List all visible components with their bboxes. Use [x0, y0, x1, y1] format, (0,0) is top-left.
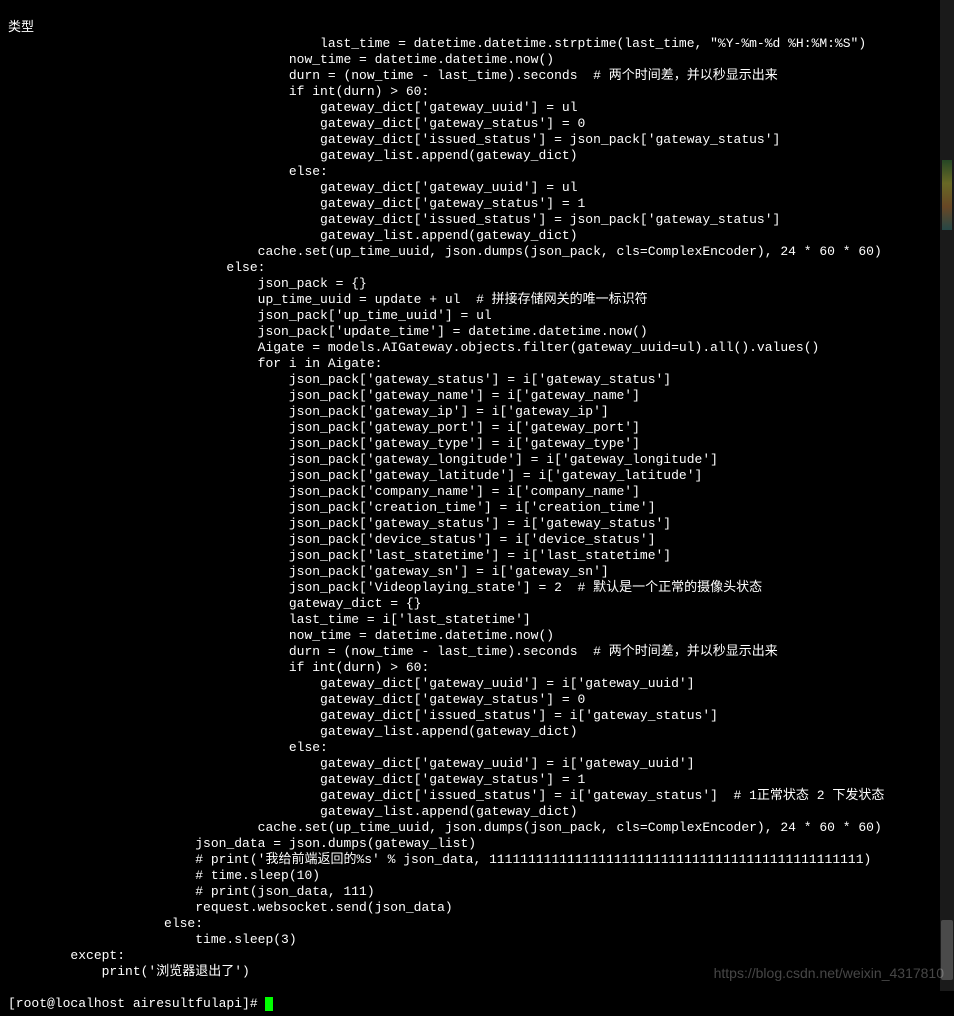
code-line: gateway_dict['gateway_status'] = 1	[8, 772, 946, 788]
code-line: gateway_dict['issued_status'] = i['gatew…	[8, 788, 946, 804]
code-line: json_pack['update_time'] = datetime.date…	[8, 324, 946, 340]
code-line: # time.sleep(10)	[8, 868, 946, 884]
code-line: json_pack['gateway_type'] = i['gateway_t…	[8, 436, 946, 452]
code-line: durn = (now_time - last_time).seconds # …	[8, 644, 946, 660]
code-line: gateway_dict['gateway_uuid'] = ul	[8, 180, 946, 196]
code-line: json_data = json.dumps(gateway_list)	[8, 836, 946, 852]
code-line: gateway_dict['issued_status'] = json_pac…	[8, 212, 946, 228]
code-line: else:	[8, 916, 946, 932]
code-line: except:	[8, 948, 946, 964]
code-line: json_pack['up_time_uuid'] = ul	[8, 308, 946, 324]
code-line: json_pack['gateway_latitude'] = i['gatew…	[8, 468, 946, 484]
code-line: time.sleep(3)	[8, 932, 946, 948]
code-line: gateway_dict['gateway_uuid'] = i['gatewa…	[8, 676, 946, 692]
code-line: json_pack['gateway_longitude'] = i['gate…	[8, 452, 946, 468]
code-line: cache.set(up_time_uuid, json.dumps(json_…	[8, 244, 946, 260]
code-line: gateway_dict['gateway_uuid'] = ul	[8, 100, 946, 116]
code-line: json_pack['gateway_name'] = i['gateway_n…	[8, 388, 946, 404]
code-line: json_pack['last_statetime'] = i['last_st…	[8, 548, 946, 564]
code-line: gateway_dict['gateway_uuid'] = i['gatewa…	[8, 756, 946, 772]
code-line: cache.set(up_time_uuid, json.dumps(json_…	[8, 820, 946, 836]
code-line: gateway_dict['gateway_status'] = 0	[8, 692, 946, 708]
code-block: last_time = datetime.datetime.strptime(l…	[8, 36, 946, 980]
code-line: # print(json_data, 111)	[8, 884, 946, 900]
terminal-cursor[interactable]	[265, 997, 273, 1011]
scrollbar-minimap	[942, 160, 952, 230]
code-line: now_time = datetime.datetime.now()	[8, 628, 946, 644]
code-line: json_pack['company_name'] = i['company_n…	[8, 484, 946, 500]
code-line: gateway_dict['gateway_status'] = 0	[8, 116, 946, 132]
code-line: durn = (now_time - last_time).seconds # …	[8, 68, 946, 84]
code-line: gateway_dict['issued_status'] = json_pac…	[8, 132, 946, 148]
code-line: up_time_uuid = update + ul # 拼接存储网关的唯一标识…	[8, 292, 946, 308]
code-line: last_time = i['last_statetime']	[8, 612, 946, 628]
code-line: gateway_list.append(gateway_dict)	[8, 228, 946, 244]
terminal-output[interactable]: 类型 last_time = datetime.datetime.strptim…	[0, 0, 954, 1016]
code-line: json_pack['Videoplaying_state'] = 2 # 默认…	[8, 580, 946, 596]
code-line: json_pack['creation_time'] = i['creation…	[8, 500, 946, 516]
code-line: json_pack = {}	[8, 276, 946, 292]
code-line: gateway_dict = {}	[8, 596, 946, 612]
code-line: last_time = datetime.datetime.strptime(l…	[8, 36, 946, 52]
code-line: request.websocket.send(json_data)	[8, 900, 946, 916]
code-line: for i in Aigate:	[8, 356, 946, 372]
type-label: 类型	[8, 20, 34, 35]
code-line: gateway_list.append(gateway_dict)	[8, 148, 946, 164]
code-line: if int(durn) > 60:	[8, 660, 946, 676]
code-line: json_pack['gateway_status'] = i['gateway…	[8, 372, 946, 388]
watermark-text: https://blog.csdn.net/weixin_4317810	[714, 965, 944, 981]
code-line: else:	[8, 164, 946, 180]
code-line: json_pack['gateway_ip'] = i['gateway_ip'…	[8, 404, 946, 420]
code-line: json_pack['gateway_status'] = i['gateway…	[8, 516, 946, 532]
code-line: json_pack['device_status'] = i['device_s…	[8, 532, 946, 548]
code-line: json_pack['gateway_port'] = i['gateway_p…	[8, 420, 946, 436]
shell-prompt: [root@localhost airesultfulapi]#	[8, 996, 265, 1011]
code-line: else:	[8, 260, 946, 276]
scrollbar-track[interactable]	[940, 0, 954, 991]
code-line: gateway_dict['issued_status'] = i['gatew…	[8, 708, 946, 724]
code-line: Aigate = models.AIGateway.objects.filter…	[8, 340, 946, 356]
code-line: now_time = datetime.datetime.now()	[8, 52, 946, 68]
code-line: gateway_list.append(gateway_dict)	[8, 724, 946, 740]
code-line: gateway_list.append(gateway_dict)	[8, 804, 946, 820]
code-line: if int(durn) > 60:	[8, 84, 946, 100]
code-line: # print('我给前端返回的%s' % json_data, 1111111…	[8, 852, 946, 868]
code-line: gateway_dict['gateway_status'] = 1	[8, 196, 946, 212]
code-line: else:	[8, 740, 946, 756]
code-line: json_pack['gateway_sn'] = i['gateway_sn'…	[8, 564, 946, 580]
